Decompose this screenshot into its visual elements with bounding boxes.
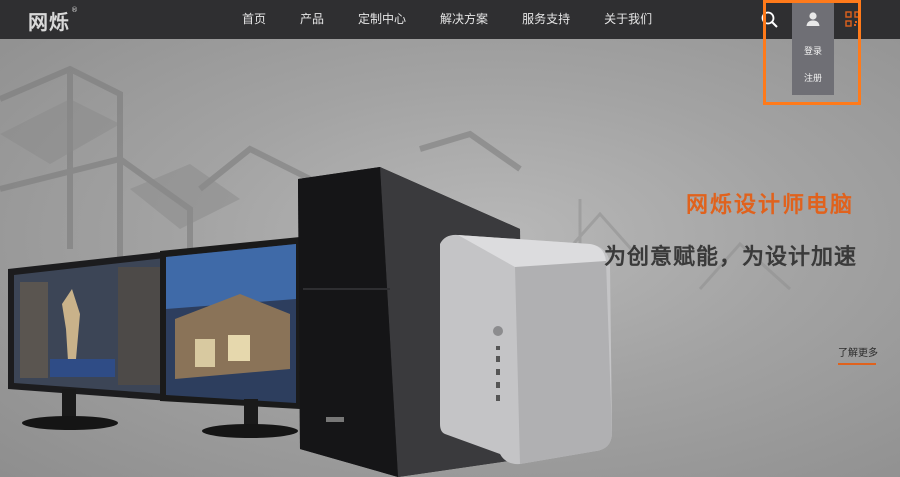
hero-subtitle: 为创意赋能，为设计加速: [604, 245, 858, 270]
learn-more-underline: [838, 363, 876, 365]
top-navbar: 网烁® 首页 产品 定制中心 解决方案 服务支持 关于我们: [0, 0, 900, 39]
search-icon[interactable]: [760, 10, 780, 30]
learn-more-link[interactable]: 了解更多: [838, 344, 878, 359]
nav-item-support[interactable]: 服务支持: [522, 0, 570, 39]
user-account-button[interactable]: [792, 0, 834, 39]
user-icon: [806, 12, 820, 26]
main-nav: 首页 产品 定制中心 解决方案 服务支持 关于我们: [242, 0, 686, 39]
nav-item-about[interactable]: 关于我们: [604, 0, 652, 39]
nav-item-solutions[interactable]: 解决方案: [440, 0, 488, 39]
logo[interactable]: 网烁®: [28, 6, 79, 35]
register-link[interactable]: 注册: [792, 66, 834, 93]
nav-item-products[interactable]: 产品: [300, 0, 324, 39]
user-dropdown-menu: 登录 注册: [792, 39, 834, 95]
qr-code-icon[interactable]: [845, 11, 861, 27]
registered-mark: ®: [71, 6, 79, 15]
hero-title: 网烁设计师电脑: [686, 193, 855, 218]
nav-item-custom-center[interactable]: 定制中心: [358, 0, 406, 39]
nav-item-home[interactable]: 首页: [242, 0, 266, 39]
hero-banner: 网烁设计师电脑 为创意赋能，为设计加速 了解更多: [0, 39, 900, 477]
login-link[interactable]: 登录: [792, 39, 834, 66]
logo-text: 网烁: [28, 10, 70, 34]
